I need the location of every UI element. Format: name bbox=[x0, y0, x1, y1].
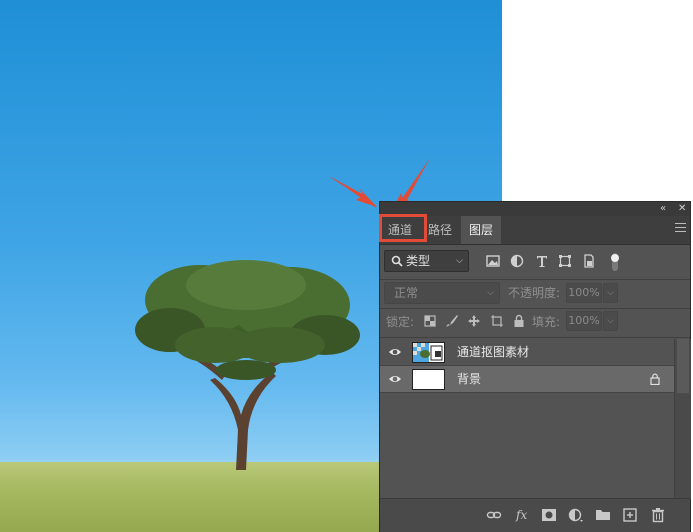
lock-all-icon[interactable] bbox=[512, 314, 526, 328]
image-filter-icon[interactable] bbox=[486, 254, 500, 268]
eye-icon[interactable] bbox=[388, 372, 402, 386]
adjustment-layer-icon[interactable] bbox=[568, 507, 584, 523]
layers-panel: « ✕ 通道 路径 图层 类型 ⌵ 正常 ⌵ 不透明度: 100% ⌵ 锁定: … bbox=[379, 201, 691, 532]
add-mask-icon[interactable] bbox=[541, 507, 557, 523]
trash-icon[interactable] bbox=[650, 507, 666, 523]
filter-toggle-icon[interactable] bbox=[609, 252, 621, 272]
divider bbox=[380, 337, 690, 338]
panel-menu-icon[interactable] bbox=[675, 223, 686, 234]
tab-layers[interactable]: 图层 bbox=[461, 216, 502, 244]
layers-list: 通道抠图素材 背景 bbox=[380, 339, 674, 499]
layer-thumbnail bbox=[412, 369, 445, 390]
chevron-down-icon: ⌵ bbox=[456, 256, 463, 266]
smart-object-thumbnail-icon bbox=[413, 343, 444, 362]
lock-position-icon[interactable] bbox=[467, 314, 481, 328]
fill-input[interactable]: 100% bbox=[566, 311, 602, 331]
filter-label: 类型 bbox=[406, 254, 431, 268]
link-icon[interactable] bbox=[486, 507, 502, 523]
lock-image-pixels-icon[interactable] bbox=[445, 314, 459, 328]
fill-label: 填充: bbox=[532, 315, 561, 329]
new-layer-icon[interactable] bbox=[622, 507, 638, 523]
layer-name: 背景 bbox=[457, 372, 482, 386]
layer-row-background[interactable]: 背景 bbox=[380, 366, 674, 393]
lock-icon bbox=[650, 373, 660, 385]
blend-mode-select[interactable]: 正常 ⌵ bbox=[384, 282, 500, 304]
eye-icon[interactable] bbox=[388, 345, 402, 359]
svg-text:fx: fx bbox=[515, 508, 527, 522]
type-filter-icon[interactable] bbox=[535, 254, 549, 268]
fill-dropdown-icon[interactable]: ⌵ bbox=[603, 311, 618, 331]
search-icon bbox=[391, 255, 403, 267]
shape-filter-icon[interactable] bbox=[558, 254, 572, 268]
layers-toolbar: fx bbox=[380, 498, 690, 532]
opacity-input[interactable]: 100% bbox=[566, 283, 602, 303]
adjustment-filter-icon[interactable] bbox=[510, 254, 524, 268]
layer-filter-select[interactable]: 类型 ⌵ bbox=[384, 250, 469, 272]
divider bbox=[380, 279, 690, 280]
layer-name: 通道抠图素材 bbox=[457, 345, 530, 359]
lock-artboard-icon[interactable] bbox=[490, 314, 504, 328]
layers-scrollbar[interactable] bbox=[674, 339, 691, 499]
smart-object-filter-icon[interactable] bbox=[582, 254, 596, 268]
layer-row[interactable]: 通道抠图素材 bbox=[380, 339, 674, 366]
opacity-label: 不透明度: bbox=[508, 286, 561, 300]
divider bbox=[380, 308, 690, 309]
blend-mode-value: 正常 bbox=[394, 286, 419, 300]
folder-icon[interactable] bbox=[595, 507, 611, 523]
layer-thumbnail bbox=[412, 342, 445, 363]
collapse-icon[interactable]: « bbox=[660, 202, 666, 216]
fx-icon[interactable]: fx bbox=[514, 507, 530, 523]
scrollbar-thumb[interactable] bbox=[677, 339, 689, 393]
lock-label: 锁定: bbox=[386, 315, 415, 329]
chevron-down-icon: ⌵ bbox=[487, 288, 494, 298]
close-icon[interactable]: ✕ bbox=[678, 202, 686, 216]
opacity-dropdown-icon[interactable]: ⌵ bbox=[603, 283, 618, 303]
lock-transparent-pixels-icon[interactable] bbox=[423, 314, 437, 328]
channels-tab-highlight bbox=[379, 214, 427, 242]
